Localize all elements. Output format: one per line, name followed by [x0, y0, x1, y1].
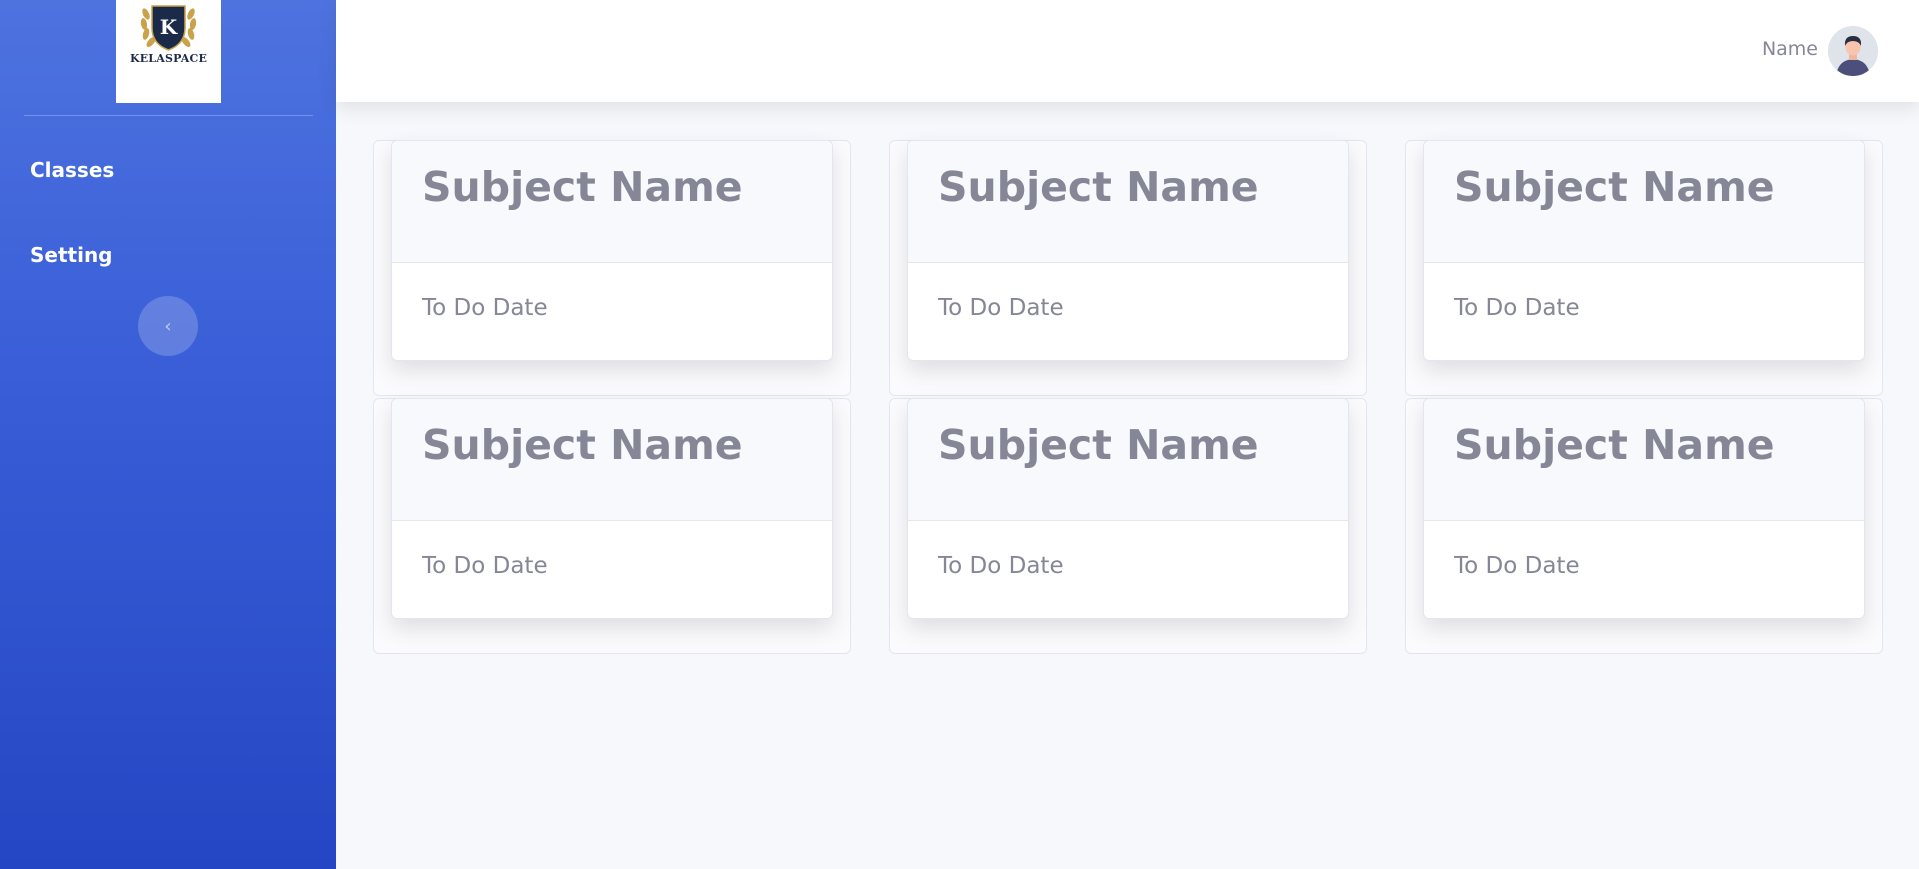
- todo-date: To Do Date: [938, 295, 1064, 321]
- subject-card[interactable]: Subject Name To Do Date: [907, 140, 1349, 361]
- subject-title: Subject Name: [422, 421, 743, 469]
- subject-card[interactable]: Subject Name To Do Date: [907, 398, 1349, 619]
- subject-card[interactable]: Subject Name To Do Date: [391, 398, 833, 619]
- todo-date: To Do Date: [422, 295, 548, 321]
- sidebar-toggle-button[interactable]: ‹: [138, 296, 198, 356]
- subject-card[interactable]: Subject Name To Do Date: [1423, 140, 1865, 361]
- user-avatar-icon[interactable]: [1828, 26, 1878, 76]
- brand-logo[interactable]: K KELASPACE: [116, 0, 221, 103]
- todo-date: To Do Date: [938, 553, 1064, 579]
- user-name[interactable]: Name: [1762, 38, 1818, 60]
- subject-title: Subject Name: [938, 421, 1259, 469]
- subject-title: Subject Name: [422, 163, 743, 211]
- sidebar-item-setting[interactable]: Setting: [30, 243, 113, 267]
- chevron-left-icon: ‹: [164, 315, 172, 337]
- sidebar-divider: [24, 115, 313, 116]
- subject-card[interactable]: Subject Name To Do Date: [1423, 398, 1865, 619]
- subject-title: Subject Name: [1454, 163, 1775, 211]
- logo-letter: K: [160, 15, 178, 39]
- sidebar: K KELASPACE Classes Setting ‹: [0, 0, 336, 869]
- topbar: Name: [336, 0, 1919, 102]
- todo-date: To Do Date: [1454, 295, 1580, 321]
- avatar-illustration: [1828, 26, 1878, 76]
- todo-date: To Do Date: [1454, 553, 1580, 579]
- subject-title: Subject Name: [938, 163, 1259, 211]
- subject-card[interactable]: Subject Name To Do Date: [391, 140, 833, 361]
- todo-date: To Do Date: [422, 553, 548, 579]
- brand-name: KELASPACE: [129, 52, 208, 65]
- subject-title: Subject Name: [1454, 421, 1775, 469]
- sidebar-item-classes[interactable]: Classes: [30, 158, 114, 182]
